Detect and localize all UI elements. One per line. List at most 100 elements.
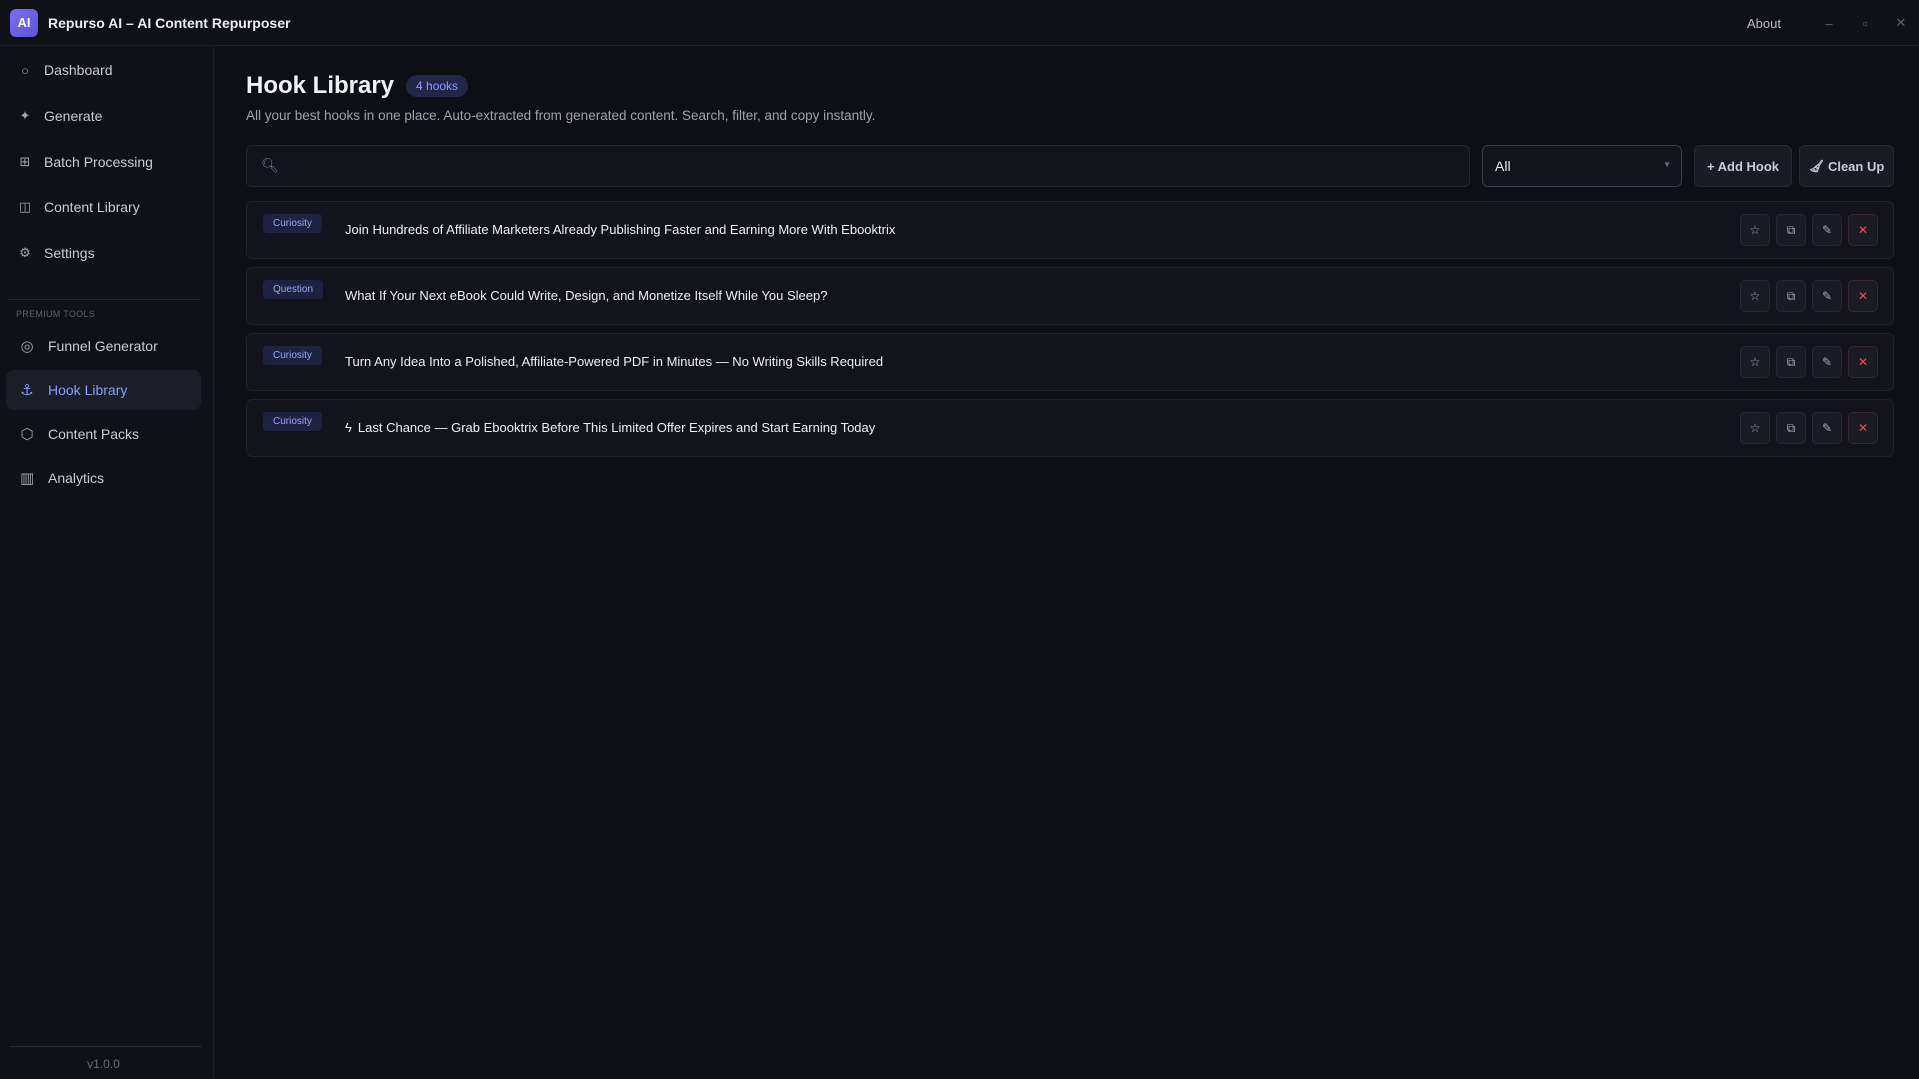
hook-row: Curiosity ϟ Last Chance — Grab Ebooktrix… bbox=[246, 399, 1894, 457]
hook-row: Question What If Your Next eBook Could W… bbox=[246, 267, 1894, 325]
delete-button[interactable]: ✕ bbox=[1848, 280, 1878, 312]
gear-icon: ⚙ bbox=[19, 245, 31, 260]
sparkle-icon: ✦ bbox=[19, 108, 31, 123]
favorite-button[interactable]: ☆ bbox=[1740, 280, 1770, 312]
chevron-down-icon: ▼ bbox=[1663, 160, 1671, 169]
circle-icon: ○ bbox=[21, 62, 29, 78]
copy-button[interactable]: ⧉ bbox=[1776, 214, 1806, 246]
delete-button[interactable]: ✕ bbox=[1848, 346, 1878, 378]
star-icon: ☆ bbox=[1749, 289, 1761, 303]
about-link[interactable]: About bbox=[1747, 16, 1781, 31]
title-bar: AI Repurso AI – AI Content Repurposer Ab… bbox=[0, 0, 1919, 46]
grid-icon: ⊞ bbox=[19, 154, 31, 169]
edit-button[interactable]: ✎ bbox=[1812, 412, 1842, 444]
delete-icon: ✕ bbox=[1857, 421, 1869, 435]
sidebar-item-label: Funnel Generator bbox=[48, 338, 158, 354]
filter-selected-value: All bbox=[1495, 158, 1511, 174]
hook-category-tag: Curiosity bbox=[263, 214, 322, 233]
delete-button[interactable]: ✕ bbox=[1848, 412, 1878, 444]
copy-icon: ⧉ bbox=[1786, 222, 1796, 237]
delete-icon: ✕ bbox=[1857, 355, 1869, 369]
copy-button[interactable]: ⧉ bbox=[1776, 346, 1806, 378]
delete-icon: ✕ bbox=[1857, 223, 1869, 237]
hook-text[interactable]: ϟ Last Chance — Grab Ebooktrix Before Th… bbox=[345, 420, 875, 435]
pencil-icon: ✎ bbox=[1821, 355, 1833, 369]
category-filter-select[interactable]: All ▼ bbox=[1482, 145, 1682, 187]
lightning-icon: ϟ bbox=[345, 420, 352, 435]
favorite-button[interactable]: ☆ bbox=[1740, 412, 1770, 444]
sidebar-item-content-library[interactable]: ◫ Content Library bbox=[6, 187, 201, 227]
sidebar-item-label: Generate bbox=[44, 108, 103, 124]
sidebar-item-funnel-generator[interactable]: ◎ Funnel Generator bbox=[6, 326, 201, 366]
clean-up-button[interactable]: 🧹︎ Clean Up bbox=[1799, 145, 1894, 187]
hook-row: Curiosity Turn Any Idea Into a Polished,… bbox=[246, 333, 1894, 391]
close-window-button[interactable]: ✕ bbox=[1883, 15, 1919, 31]
search-box[interactable]: 🔍︎ bbox=[246, 145, 1470, 187]
sidebar-item-label: Analytics bbox=[48, 470, 105, 486]
sidebar-item-label: Hook Library bbox=[48, 382, 128, 398]
hook-text[interactable]: Join Hundreds of Affiliate Marketers Alr… bbox=[345, 222, 895, 237]
package-icon: ⬡ bbox=[20, 426, 34, 443]
hook-category-tag: Curiosity bbox=[263, 412, 322, 431]
delete-icon: ✕ bbox=[1857, 289, 1869, 303]
edit-button[interactable]: ✎ bbox=[1812, 346, 1842, 378]
add-hook-button[interactable]: + Add Hook bbox=[1694, 145, 1792, 187]
app-logo: AI bbox=[10, 8, 38, 37]
star-icon: ☆ bbox=[1749, 355, 1761, 369]
bar-chart-icon: ▥ bbox=[20, 470, 35, 487]
sidebar-item-label: Content Library bbox=[44, 199, 140, 215]
favorite-button[interactable]: ☆ bbox=[1740, 346, 1770, 378]
favorite-button[interactable]: ☆ bbox=[1740, 214, 1770, 246]
sidebar-bottom-divider bbox=[10, 1046, 202, 1047]
sidebar-item-settings[interactable]: ⚙ Settings bbox=[6, 233, 201, 273]
sidebar-item-generate[interactable]: ✦ Generate bbox=[6, 96, 201, 136]
hook-text-content: Last Chance — Grab Ebooktrix Before This… bbox=[357, 420, 876, 435]
clean-up-label: Clean Up bbox=[1827, 158, 1885, 174]
pencil-icon: ✎ bbox=[1821, 289, 1833, 303]
sidebar-item-analytics[interactable]: ▥ Analytics bbox=[6, 458, 201, 498]
hook-text-content: Turn Any Idea Into a Polished, Affiliate… bbox=[345, 354, 884, 369]
broom-icon: 🧹︎ bbox=[1808, 159, 1824, 173]
sidebar-item-label: Batch Processing bbox=[44, 154, 153, 170]
sidebar-item-label: Settings bbox=[44, 245, 95, 261]
sidebar-item-dashboard[interactable]: ○ Dashboard bbox=[6, 50, 201, 90]
search-icon: 🔍︎ bbox=[261, 157, 279, 173]
star-icon: ☆ bbox=[1749, 421, 1761, 435]
page-subtitle: All your best hooks in one place. Auto-e… bbox=[246, 108, 876, 123]
hook-text[interactable]: Turn Any Idea Into a Polished, Affiliate… bbox=[345, 354, 883, 369]
target-icon: ◎ bbox=[20, 338, 34, 355]
pencil-icon: ✎ bbox=[1821, 223, 1833, 237]
toolbar: 🔍︎ All ▼ + Add Hook 🧹︎ Clean Up bbox=[246, 145, 1894, 187]
version-label: v1.0.0 bbox=[87, 1057, 120, 1071]
copy-button[interactable]: ⧉ bbox=[1776, 280, 1806, 312]
edit-button[interactable]: ✎ bbox=[1812, 214, 1842, 246]
star-icon: ☆ bbox=[1749, 223, 1761, 237]
maximize-button[interactable]: ▫ bbox=[1847, 16, 1883, 31]
sidebar: ○ Dashboard ✦ Generate ⊞ Batch Processin… bbox=[0, 46, 214, 1079]
hook-text-content: Join Hundreds of Affiliate Marketers Alr… bbox=[345, 222, 896, 237]
edit-button[interactable]: ✎ bbox=[1812, 280, 1842, 312]
sidebar-item-label: Dashboard bbox=[44, 62, 113, 78]
sidebar-item-label: Content Packs bbox=[48, 426, 140, 442]
sidebar-item-content-packs[interactable]: ⬡ Content Packs bbox=[6, 414, 201, 454]
sidebar-item-hook-library[interactable]: ⚓ Hook Library bbox=[6, 370, 201, 410]
hook-count-badge: 4 hooks bbox=[406, 75, 469, 97]
copy-icon: ⧉ bbox=[1786, 354, 1796, 369]
copy-icon: ⧉ bbox=[1786, 288, 1796, 303]
hook-category-tag: Question bbox=[263, 280, 324, 299]
delete-button[interactable]: ✕ bbox=[1848, 214, 1878, 246]
copy-icon: ⧉ bbox=[1786, 420, 1796, 435]
app-title: Repurso AI – AI Content Repurposer bbox=[48, 14, 291, 31]
hook-category-tag: Curiosity bbox=[263, 346, 322, 365]
hook-text-content: What If Your Next eBook Could Write, Des… bbox=[345, 288, 828, 303]
main-content: Hook Library 4 hooks All your best hooks… bbox=[246, 46, 1894, 1079]
premium-tools-label: PREMIUM TOOLS bbox=[16, 309, 96, 319]
hook-text[interactable]: What If Your Next eBook Could Write, Des… bbox=[345, 288, 827, 303]
hook-row: Curiosity Join Hundreds of Affiliate Mar… bbox=[246, 201, 1894, 259]
copy-button[interactable]: ⧉ bbox=[1776, 412, 1806, 444]
sidebar-item-batch-processing[interactable]: ⊞ Batch Processing bbox=[6, 142, 201, 182]
search-input[interactable] bbox=[283, 146, 1463, 186]
sidebar-divider bbox=[8, 299, 200, 300]
minimize-button[interactable]: – bbox=[1811, 16, 1847, 31]
pencil-icon: ✎ bbox=[1821, 421, 1833, 435]
